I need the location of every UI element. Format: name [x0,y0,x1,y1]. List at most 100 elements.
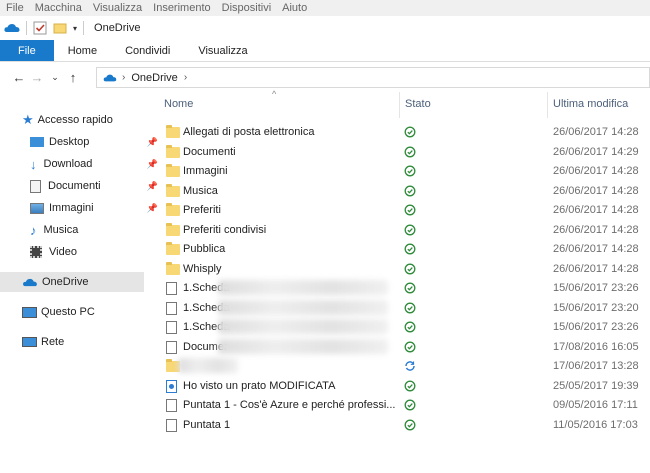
column-header-name[interactable]: Nome [164,98,193,110]
document-icon [166,321,177,334]
synced-check-icon [404,263,416,278]
sidebar-item-label: Video [49,246,77,258]
up-arrow-icon[interactable]: ↑ [64,70,82,85]
window-title: OneDrive [94,22,141,34]
file-row[interactable]: Puntata 1 - Cos'è Azure e perché profess… [148,396,650,416]
breadcrumb-chevron-icon[interactable]: › [184,72,187,83]
file-name: Immagini [183,165,228,177]
sidebar-item-download[interactable]: ↓ Download 📌 [30,154,158,174]
new-folder-icon[interactable] [53,21,67,35]
file-modified-date: 17/08/2016 16:05 [553,340,639,353]
redacted-name-blur [178,358,238,373]
sync-pending-icon [404,360,416,375]
file-row[interactable]: Whisply 26/06/2017 14:28 [148,260,650,280]
tab-home[interactable]: Home [54,40,111,61]
column-divider[interactable] [399,92,400,118]
synced-check-icon [404,224,416,239]
menu-macchina[interactable]: Macchina [35,2,82,14]
column-header-modified[interactable]: Ultima modifica [553,98,628,110]
synced-check-icon [404,380,416,395]
file-name: Preferiti condivisi [183,223,267,236]
synced-check-icon [404,243,416,258]
synced-check-icon [404,282,416,297]
star-icon: ★ [22,112,34,127]
tab-visualizza[interactable]: Visualizza [184,40,261,61]
folder-icon [166,125,180,138]
file-modified-date: 26/06/2017 14:28 [553,223,639,236]
menu-file[interactable]: File [6,2,24,14]
sidebar-item-label: Immagini [49,202,94,214]
menu-visualizza[interactable]: Visualizza [93,2,142,14]
navigation-row: ← → ⌄ ↑ › OneDrive › [0,62,650,92]
redacted-name-blur [218,299,388,315]
menu-inserimento[interactable]: Inserimento [153,2,210,14]
document-icon [166,282,177,295]
sidebar-item-label: Accesso rapido [37,114,113,126]
file-row[interactable]: Preferiti condivisi 26/06/2017 14:28 [148,221,650,241]
desktop-icon [30,137,44,147]
column-header-status[interactable]: Stato [405,98,431,110]
recent-locations-chevron-icon[interactable]: ⌄ [46,72,64,83]
file-row[interactable]: 17/06/2017 13:28 [148,357,650,377]
sidebar-item-musica[interactable]: ♪ Musica [30,220,78,240]
file-row[interactable]: Ho visto un prato MODIFICATA 25/05/2017 1… [148,377,650,397]
forward-arrow-icon[interactable]: → [28,70,46,85]
file-row[interactable]: Musica 26/06/2017 14:28 [148,182,650,202]
onedrive-cloud-icon [4,24,20,32]
sidebar-item-label: Questo PC [41,306,95,318]
folder-icon [166,222,180,236]
file-modified-date: 26/06/2017 14:28 [553,204,639,216]
sidebar-item-label: Download [43,158,93,170]
title-bar: ▾ OneDrive [0,16,650,40]
computer-monitor-icon [22,306,37,318]
media-file-icon [166,379,177,393]
sidebar-item-video[interactable]: Video [30,242,77,262]
back-arrow-icon[interactable]: ← [10,70,28,85]
folder-icon [166,164,180,177]
file-row[interactable]: 1.Scheda 15/06/2017 23:26 [148,279,650,299]
sidebar-item-questo-pc[interactable]: Questo PC [22,302,95,322]
file-row[interactable]: Documenti 26/06/2017 14:29 [148,143,650,163]
tab-condividi[interactable]: Condividi [111,40,184,61]
sidebar-item-onedrive[interactable]: OneDrive [0,272,144,292]
synced-check-icon [404,146,416,161]
properties-check-icon[interactable] [33,21,47,35]
file-name: Puntata 1 [183,418,231,431]
tab-file[interactable]: File [0,40,54,61]
sidebar-item-documenti[interactable]: Documenti 📌 [30,176,158,196]
sidebar-item-label: OneDrive [42,276,89,288]
file-row[interactable]: Preferiti 26/06/2017 14:28 [148,201,650,221]
folder-icon [166,144,180,158]
file-modified-date: 15/06/2017 23:20 [553,301,639,314]
music-note-icon: ♪ [30,222,37,238]
file-row[interactable]: Puntata 1 11/05/2016 17:03 [148,416,650,436]
address-bar[interactable]: › OneDrive › [96,67,650,88]
pictures-icon [30,202,44,214]
file-row[interactable]: Immagini 26/06/2017 14:28 [148,162,650,182]
file-modified-date: 11/05/2016 17:03 [553,418,638,431]
column-divider[interactable] [547,92,548,118]
menu-aiuto[interactable]: Aiuto [282,2,307,14]
menu-dispositivi[interactable]: Dispositivi [222,2,272,14]
file-modified-date: 26/06/2017 14:29 [553,145,639,158]
sidebar-item-rete[interactable]: Rete [22,332,64,352]
file-modified-date: 25/05/2017 19:39 [553,379,639,392]
network-icon [22,337,37,347]
breadcrumb-chevron-icon[interactable]: › [122,72,125,83]
qat-dropdown-icon[interactable]: ▾ [73,24,77,33]
file-modified-date: 26/06/2017 14:28 [553,165,639,177]
sort-ascending-icon: ^ [272,89,277,99]
title-separator-2 [83,21,85,35]
file-row[interactable]: 1.Scheda 15/06/2017 23:20 [148,299,650,319]
breadcrumb-onedrive[interactable]: OneDrive [131,72,177,84]
sidebar-item-quick-access[interactable]: ★ Accesso rapido [22,110,113,130]
onedrive-address-icon [103,74,117,81]
file-row[interactable]: Allegati di posta elettronica 26/06/2017 … [148,123,650,143]
file-row[interactable]: 1.Scheda 15/06/2017 23:26 [148,318,650,338]
file-modified-date: 26/06/2017 14:28 [553,126,639,138]
sidebar-item-immagini[interactable]: Immagini 📌 [30,198,158,218]
synced-check-icon [404,321,416,336]
file-row[interactable]: Pubblica 26/06/2017 14:28 [148,240,650,260]
sidebar-item-desktop[interactable]: Desktop 📌 [30,132,158,152]
file-row[interactable]: Documer 17/08/2016 16:05 [148,338,650,358]
